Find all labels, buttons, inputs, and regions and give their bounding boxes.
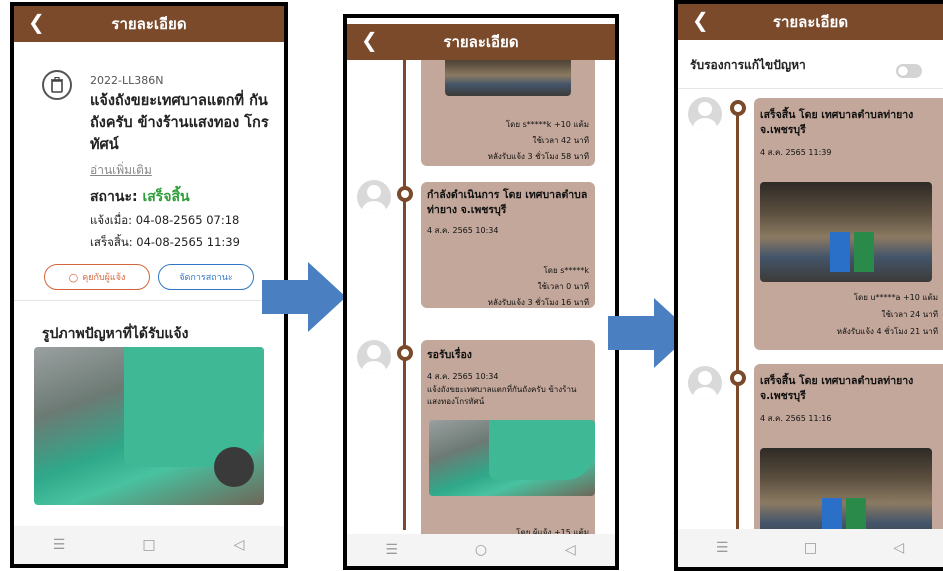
divider <box>678 88 943 89</box>
bin-body-shape <box>489 420 595 480</box>
timeline-card: รอรับเรื่อง 4 ส.ค. 2565 10:34 แจ้งถังขยะ… <box>421 340 595 540</box>
screen-report-detail: ❮ รายละเอียด 2022-LL386N แจ้งถังขยะเทศบา… <box>10 2 288 568</box>
avatar <box>688 366 722 400</box>
timeline-dot <box>397 186 413 202</box>
read-more-link[interactable]: อ่านเพิ่มเติม <box>90 161 152 180</box>
menu-icon[interactable]: ☰ <box>697 540 747 556</box>
avatar <box>688 97 722 131</box>
timeline-line <box>403 60 406 530</box>
system-nav-bar: ☰ ○ ◁ <box>347 534 615 566</box>
timeline-card: กำลังดำเนินการ โดย เทศบาลตำบลท่ายาง จ.เพ… <box>421 182 595 308</box>
divider <box>14 300 284 301</box>
app-header: ❮ รายละเอียด <box>678 4 943 40</box>
back-icon[interactable]: ◁ <box>545 542 595 558</box>
app-header: ❮ รายละเอียด <box>347 24 615 60</box>
system-nav-bar: ☰ □ ◁ <box>14 526 284 564</box>
report-photo[interactable] <box>429 420 595 496</box>
report-title: แจ้งถังขยะเทศบาลแตกที่ กันถังครับ ข้างร้… <box>90 93 269 153</box>
verify-toggle[interactable] <box>896 64 922 78</box>
card-description: แจ้งถังขยะเทศบาลแตกที่กันถังครับ ข้างร้า… <box>427 385 577 406</box>
card-title: กำลังดำเนินการ โดย เทศบาลตำบลท่ายาง จ.เพ… <box>427 189 588 216</box>
back-arrow-icon[interactable]: ❮ <box>361 30 378 50</box>
chat-button-label: คุยกับผู้แจ้ง <box>82 273 126 283</box>
green-bin-shape <box>854 232 874 272</box>
screen-timeline: ❮ รายละเอียด โดย s*****k +10 แต้ม ใช้เวล… <box>343 14 619 570</box>
status-label: สถานะ: <box>90 189 138 205</box>
trash-bin-icon <box>42 70 72 100</box>
timeline-line <box>736 108 739 538</box>
card-rating: โดย s*****k +10 แต้ม <box>505 120 589 129</box>
completion-photo[interactable] <box>760 182 932 282</box>
chat-icon: ○ <box>68 270 79 284</box>
timeline-card: โดย s*****k +10 แต้ม ใช้เวลา 42 นาที หลั… <box>421 60 595 166</box>
manage-button-label: จัดการสถานะ <box>179 273 233 283</box>
screen-timeline-verify: ❮ รายละเอียด รับรองการแก้ไขปัญหา เสร็จสิ… <box>674 0 943 571</box>
menu-icon[interactable]: ☰ <box>367 542 417 558</box>
home-icon[interactable]: □ <box>785 540 835 556</box>
header-title: รายละเอียด <box>111 15 187 33</box>
timeline-dot <box>730 100 746 116</box>
card-time-used: ใช้เวลา 42 นาที <box>532 136 589 145</box>
card-title: เสร็จสิ้น โดย เทศบาลตำบลท่ายาง จ.เพชรบุร… <box>760 375 914 402</box>
report-code: 2022-LL386N <box>90 74 164 87</box>
back-arrow-icon[interactable]: ❮ <box>28 12 45 32</box>
problem-photo[interactable] <box>34 347 264 505</box>
app-header: ❮ รายละเอียด <box>14 6 284 42</box>
arrow-right-icon <box>262 262 346 332</box>
photo-section-title: รูปภาพปัญหาที่ได้รับแจ้ง <box>42 326 189 342</box>
avatar <box>357 340 391 374</box>
card-title: รอรับเรื่อง <box>427 349 472 361</box>
finished-at: เสร็จสิ้น: 04-08-2565 11:39 <box>90 235 240 249</box>
card-date: 4 ส.ค. 2565 11:16 <box>760 414 832 423</box>
card-time-used: ใช้เวลา 0 นาที <box>537 282 589 291</box>
manage-status-button[interactable]: จัดการสถานะ <box>158 264 254 290</box>
timeline-dot <box>397 345 413 361</box>
card-after-report: หลังรับแจ้ง 4 ชั่วโมง 21 นาที <box>836 327 938 336</box>
timeline-dot <box>730 370 746 386</box>
completion-photo[interactable] <box>445 60 571 96</box>
card-date: 4 ส.ค. 2565 10:34 <box>427 226 499 235</box>
home-icon[interactable]: □ <box>124 537 174 553</box>
back-icon[interactable]: ◁ <box>874 540 924 556</box>
card-title: เสร็จสิ้น โดย เทศบาลตำบลท่ายาง จ.เพชรบุร… <box>760 109 914 136</box>
chat-with-reporter-button[interactable]: ○ คุยกับผู้แจ้ง <box>44 264 150 290</box>
card-rating: โดย u*****a +10 แต้ม <box>853 293 938 302</box>
header-title: รายละเอียด <box>772 13 849 31</box>
status-badge: เสร็จสิ้น <box>142 189 190 205</box>
back-arrow-icon[interactable]: ❮ <box>692 10 709 30</box>
menu-icon[interactable]: ☰ <box>34 537 84 553</box>
status-row: สถานะ: เสร็จสิ้น <box>90 186 190 208</box>
card-after-report: หลังรับแจ้ง 3 ชั่วโมง 58 นาที <box>487 152 589 161</box>
card-time-used: ใช้เวลา 24 นาที <box>881 310 938 319</box>
verify-toggle-label: รับรองการแก้ไขปัญหา <box>690 58 806 72</box>
header-title: รายละเอียด <box>443 33 519 51</box>
timeline-card: เสร็จสิ้น โดย เทศบาลตำบลท่ายาง จ.เพชรบุร… <box>754 364 943 544</box>
avatar <box>357 180 391 214</box>
home-icon[interactable]: ○ <box>456 542 506 558</box>
timeline-card: เสร็จสิ้น โดย เทศบาลตำบลท่ายาง จ.เพชรบุร… <box>754 98 943 350</box>
reported-at: แจ้งเมื่อ: 04-08-2565 07:18 <box>90 213 240 227</box>
card-after-report: หลังรับแจ้ง 3 ชั่วโมง 16 นาที <box>487 298 589 307</box>
bin-wheel-shape <box>214 447 254 487</box>
card-rating: โดย s*****k <box>543 266 589 275</box>
blue-bin-shape <box>830 232 850 272</box>
back-icon[interactable]: ◁ <box>214 537 264 553</box>
card-date: 4 ส.ค. 2565 10:34 <box>427 372 499 381</box>
system-nav-bar: ☰ □ ◁ <box>678 529 943 567</box>
card-date: 4 ส.ค. 2565 11:39 <box>760 148 832 157</box>
